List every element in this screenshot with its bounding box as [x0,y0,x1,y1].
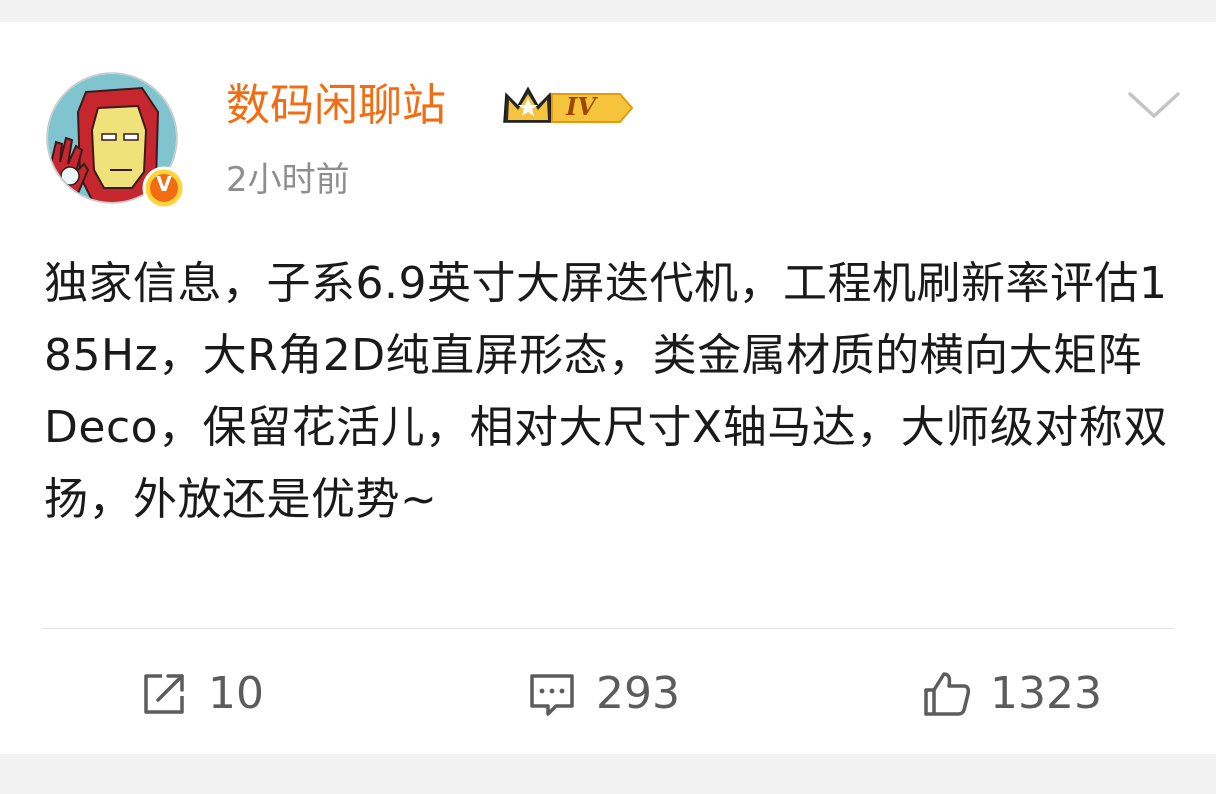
avatar[interactable]: V [46,72,184,210]
like-count: 1323 [990,668,1102,719]
comment-count: 293 [596,668,680,719]
post-timestamp: 2小时前 [226,160,350,200]
comment-icon [530,674,574,716]
more-options-button[interactable] [1122,84,1186,124]
level-badge-text: IV [566,92,596,121]
like-button[interactable]: 1323 [920,662,1102,726]
post-card: V 数码闲聊站 IV 2小时前 独家信息，子系6.9英寸大屏迭代机，工程机刷新率… [0,22,1216,754]
comment-button[interactable]: 293 [526,662,680,726]
repost-button[interactable]: 10 [138,662,264,726]
chevron-down-icon [1128,92,1180,118]
author-name[interactable]: 数码闲聊站 [226,78,446,134]
share-icon [144,674,184,714]
level-badge[interactable]: IV [500,80,636,134]
post-body-text: 独家信息，子系6.9英寸大屏迭代机，工程机刷新率评估185Hz，大R角2D纯直屏… [44,258,1168,525]
verified-badge-label: V [156,172,172,196]
divider [42,628,1174,629]
thumbs-up-icon [924,672,971,716]
repost-count: 10 [208,668,264,719]
